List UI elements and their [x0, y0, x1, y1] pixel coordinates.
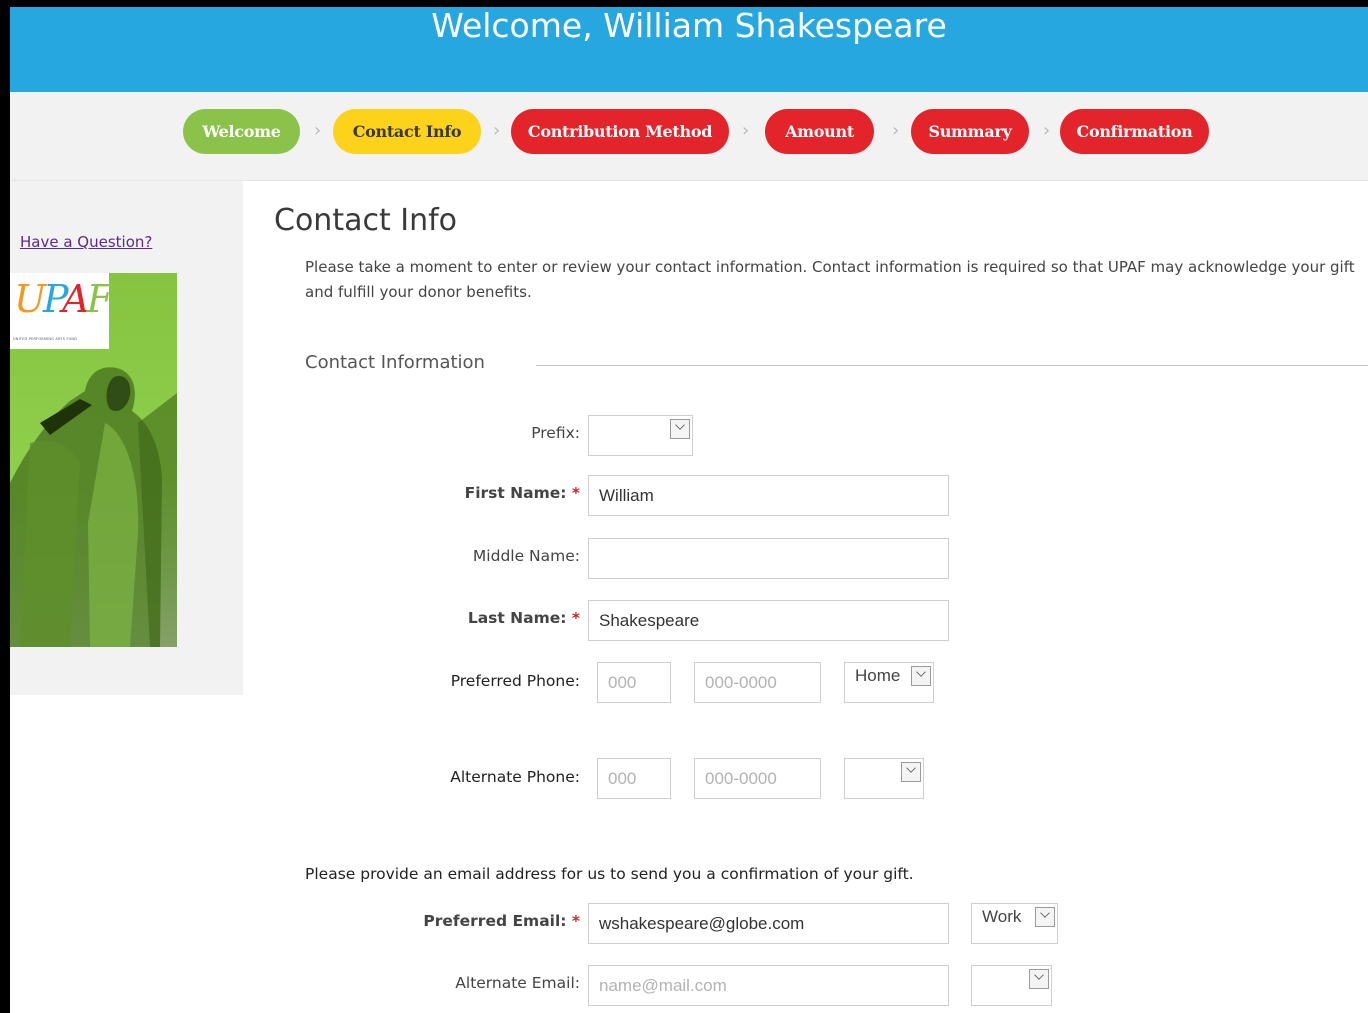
- preferred-email-label: Preferred Email: *: [423, 912, 580, 930]
- chevron-down-icon: [911, 666, 931, 686]
- chevron-right-icon: ›: [1043, 120, 1051, 141]
- preferred-email-input[interactable]: wshakespeare@globe.com: [588, 903, 949, 944]
- alternate-email-type-select[interactable]: [971, 965, 1052, 1006]
- have-a-question-link[interactable]: Have a Question?: [20, 233, 152, 251]
- prefix-label: Prefix:: [531, 424, 580, 442]
- middle-name-label: Middle Name:: [472, 547, 580, 565]
- alternate-phone-label: Alternate Phone:: [450, 768, 580, 786]
- chevron-down-icon: [1029, 969, 1049, 989]
- alternate-phone-area-input[interactable]: 000: [597, 758, 671, 799]
- progress-steps: Welcome › Contact Info › Contribution Me…: [10, 92, 1368, 181]
- preferred-phone-area-input[interactable]: 000: [597, 662, 671, 703]
- first-name-label: First Name: *: [464, 484, 580, 502]
- first-name-input[interactable]: William: [588, 475, 949, 516]
- prefix-select[interactable]: [588, 415, 693, 456]
- email-note: Please provide an email address for us t…: [305, 865, 914, 883]
- intro-text: Please take a moment to enter or review …: [305, 258, 1355, 301]
- middle-name-input[interactable]: [588, 538, 949, 579]
- alternate-phone-type-select[interactable]: [844, 758, 924, 799]
- step-amount[interactable]: Amount: [765, 109, 874, 154]
- page: Welcome, William Shakespeare Welcome › C…: [10, 7, 1368, 1013]
- step-contribution-method[interactable]: Contribution Method: [511, 109, 729, 154]
- alternate-email-label: Alternate Email:: [455, 974, 580, 992]
- chevron-right-icon: ›: [742, 120, 750, 141]
- chevron-right-icon: ›: [493, 120, 501, 141]
- section-divider: [536, 365, 1368, 366]
- step-summary[interactable]: Summary: [911, 109, 1029, 154]
- preferred-email-type-select[interactable]: Work: [971, 903, 1058, 944]
- step-contact-info[interactable]: Contact Info: [333, 109, 481, 154]
- chevron-down-icon: [670, 419, 690, 439]
- alternate-email-input[interactable]: name@mail.com: [588, 965, 949, 1006]
- preferred-phone-label: Preferred Phone:: [450, 672, 580, 690]
- chevron-right-icon: ›: [892, 120, 900, 141]
- upaf-promo-image[interactable]: UPAF UNITED PERFORMING ARTS FUND: [10, 273, 177, 647]
- sidebar: Have a Question? UPAF UNITED PERFORMING …: [10, 181, 243, 695]
- upaf-logo-caption: UNITED PERFORMING ARTS FUND: [13, 337, 78, 341]
- step-welcome[interactable]: Welcome: [183, 109, 300, 154]
- last-name-label: Last Name: *: [467, 609, 580, 627]
- page-title: Contact Info: [274, 203, 458, 238]
- welcome-title: Welcome, William Shakespeare: [431, 7, 947, 45]
- preferred-phone-type-select[interactable]: Home: [844, 662, 934, 703]
- step-confirmation[interactable]: Confirmation: [1060, 109, 1209, 154]
- upaf-logo: UPAF UNITED PERFORMING ARTS FUND: [10, 273, 113, 349]
- section-title: Contact Information: [305, 352, 485, 373]
- preferred-phone-number-input[interactable]: 000-0000: [694, 662, 821, 703]
- chevron-right-icon: ›: [314, 120, 322, 141]
- chevron-down-icon: [1035, 907, 1055, 927]
- chevron-down-icon: [901, 762, 921, 782]
- last-name-input[interactable]: Shakespeare: [588, 600, 949, 641]
- page-header: Welcome, William Shakespeare: [10, 7, 1368, 92]
- alternate-phone-number-input[interactable]: 000-0000: [694, 758, 821, 799]
